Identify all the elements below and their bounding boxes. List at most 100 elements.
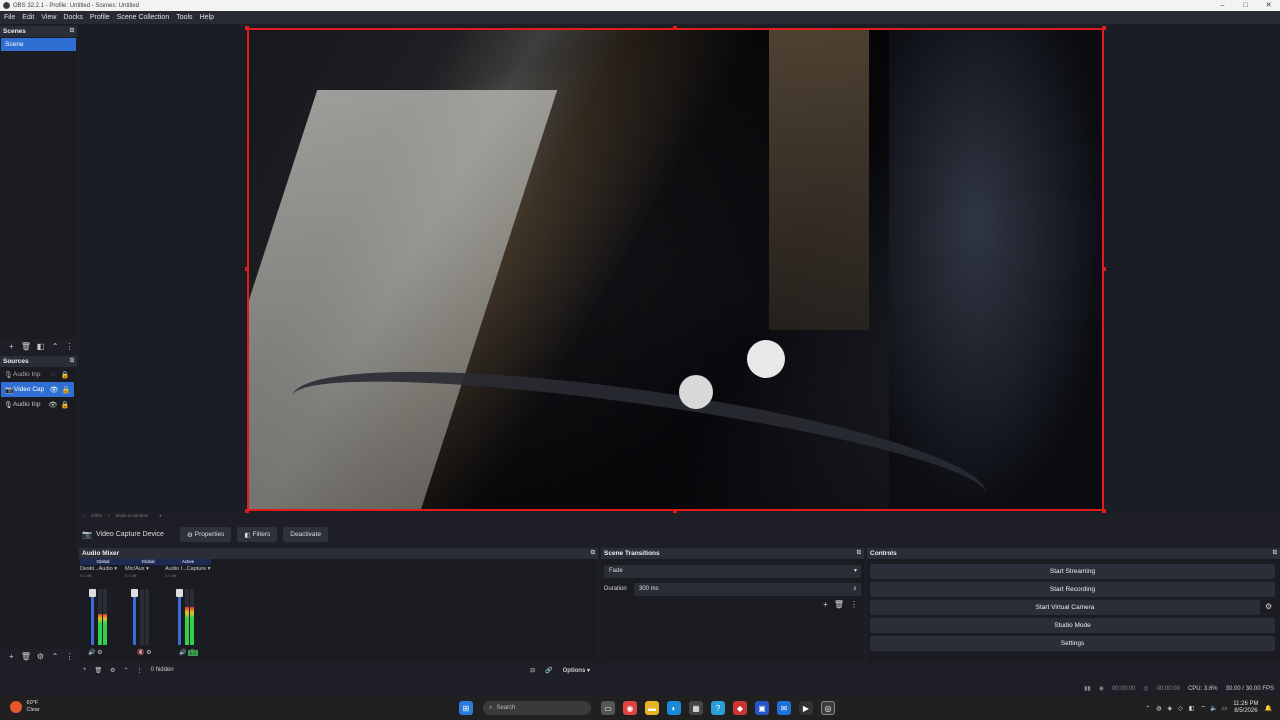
- wifi-icon[interactable]: ⌔: [1200, 704, 1206, 712]
- volume-fader[interactable]: [131, 589, 138, 645]
- chevron-down-icon[interactable]: ▾: [159, 513, 161, 518]
- task-view-icon[interactable]: ▭: [601, 701, 615, 715]
- menu-scene-collection[interactable]: Scene Collection: [117, 14, 170, 21]
- headphones-icon[interactable]: 🎧: [188, 650, 198, 656]
- studio-mode-button[interactable]: Studio Mode: [870, 618, 1275, 633]
- source-settings-icon[interactable]: ⚙: [33, 652, 48, 661]
- lock-icon[interactable]: 🔒: [60, 386, 72, 394]
- properties-button[interactable]: ⚙ Properties: [179, 527, 232, 542]
- weather-widget[interactable]: 60°F Clear: [10, 700, 40, 714]
- tray-app-icon[interactable]: ◇: [1178, 705, 1183, 712]
- virtual-camera-settings-icon[interactable]: ⚙: [1265, 602, 1272, 611]
- fader-knob[interactable]: [176, 589, 183, 597]
- resize-handle[interactable]: [1102, 26, 1106, 30]
- battery-icon[interactable]: ▭: [1222, 705, 1228, 712]
- settings-button[interactable]: Settings: [870, 636, 1275, 651]
- resize-handle[interactable]: [673, 26, 677, 30]
- start-recording-button[interactable]: Start Recording: [870, 582, 1275, 597]
- channel-name[interactable]: Deskt...Audio ▾: [80, 566, 126, 572]
- tray-app-icon[interactable]: ◍: [1156, 705, 1161, 712]
- settings-icon[interactable]: ⚙: [146, 650, 151, 656]
- options-button[interactable]: Options ▾: [563, 667, 590, 674]
- settings-icon[interactable]: ⚙: [97, 650, 102, 656]
- move-up-icon[interactable]: ⌃: [124, 667, 129, 674]
- visibility-hidden-icon[interactable]: ◌: [47, 371, 59, 378]
- link-icon[interactable]: 🔗: [545, 667, 552, 674]
- windows-start-icon[interactable]: ⊞: [459, 701, 473, 715]
- start-streaming-button[interactable]: Start Streaming: [870, 564, 1275, 579]
- media-player-icon[interactable]: ▶: [799, 701, 813, 715]
- taskbar-search[interactable]: ⌕ Search: [483, 701, 591, 715]
- source-item-selected[interactable]: 📷 Video Cap 👁 🔒: [1, 382, 74, 397]
- add-scene-icon[interactable]: +: [4, 342, 19, 351]
- notification-icon[interactable]: 🔔: [1265, 705, 1272, 712]
- help-icon[interactable]: ?: [711, 701, 725, 715]
- scene-filters-icon[interactable]: ◧: [33, 342, 48, 351]
- eye-icon[interactable]: 👁: [48, 386, 60, 394]
- volume-fader[interactable]: [176, 589, 183, 645]
- menu-help[interactable]: Help: [200, 14, 214, 21]
- zoom-in-button[interactable]: +: [108, 513, 111, 518]
- more-icon[interactable]: ⋮: [62, 652, 77, 661]
- more-icon[interactable]: ⋮: [62, 342, 77, 351]
- close-button[interactable]: ✕: [1257, 0, 1280, 11]
- move-up-icon[interactable]: ⌃: [48, 652, 63, 661]
- more-icon[interactable]: ⋮: [850, 600, 858, 609]
- duration-input[interactable]: 300 ms ⇕: [634, 583, 861, 596]
- fader-knob[interactable]: [89, 589, 96, 597]
- gear-icon[interactable]: ⚙: [110, 667, 115, 674]
- filters-button[interactable]: ◧ Filters: [237, 527, 278, 542]
- resize-handle[interactable]: [245, 26, 249, 30]
- app-icon[interactable]: ▣: [755, 701, 769, 715]
- chevron-up-icon[interactable]: ⌃: [1145, 705, 1150, 712]
- speaker-icon[interactable]: 🔊: [88, 650, 95, 656]
- video-preview[interactable]: [247, 28, 1104, 511]
- maximize-button[interactable]: □: [1234, 0, 1257, 11]
- trash-icon[interactable]: 🗑: [834, 600, 844, 609]
- tray-app-icon[interactable]: ◈: [1168, 705, 1173, 712]
- fader-knob[interactable]: [131, 589, 138, 597]
- more-icon[interactable]: ⋮: [137, 667, 143, 674]
- clock[interactable]: 11:26 PM 8/5/2026: [1233, 701, 1258, 715]
- channel-name[interactable]: Audio I...Capture ▾: [165, 566, 211, 572]
- move-up-icon[interactable]: ⌃: [48, 342, 63, 351]
- menu-profile[interactable]: Profile: [90, 14, 110, 21]
- lock-icon[interactable]: 🔒: [59, 401, 71, 409]
- lock-icon[interactable]: 🔒: [59, 371, 71, 379]
- source-item[interactable]: 🎙 Audio Inp ◌ 🔒: [0, 367, 77, 382]
- scale-to-window[interactable]: Scale to window: [115, 513, 148, 518]
- undock-icon[interactable]: ⧉: [591, 550, 595, 557]
- store-icon[interactable]: ▦: [689, 701, 703, 715]
- add-icon[interactable]: +: [823, 600, 828, 609]
- menu-edit[interactable]: Edit: [22, 14, 34, 21]
- add-source-icon[interactable]: +: [4, 652, 19, 661]
- volume-icon[interactable]: 🔈: [1210, 705, 1217, 712]
- remove-source-icon[interactable]: 🗑: [19, 652, 34, 661]
- add-icon[interactable]: +: [83, 667, 87, 673]
- volume-fader[interactable]: [89, 589, 96, 645]
- menu-tools[interactable]: Tools: [176, 14, 192, 21]
- edge-icon[interactable]: ◐: [667, 701, 681, 715]
- mail-icon[interactable]: ✉: [777, 701, 791, 715]
- source-item[interactable]: 🎙 Audio Inp 👁 🔒: [0, 397, 77, 412]
- file-explorer-icon[interactable]: ▬: [645, 701, 659, 715]
- remove-scene-icon[interactable]: 🗑: [19, 342, 34, 351]
- chrome-icon[interactable]: ◉: [623, 701, 637, 715]
- menu-view[interactable]: View: [41, 14, 56, 21]
- resize-handle[interactable]: [245, 267, 249, 271]
- stepper-icon[interactable]: ⇕: [853, 583, 857, 596]
- layout-icon[interactable]: ⊟: [530, 667, 535, 674]
- app-icon[interactable]: ◆: [733, 701, 747, 715]
- undock-icon[interactable]: ⧉: [70, 28, 74, 35]
- speaker-icon[interactable]: 🔊: [179, 650, 186, 656]
- obs-icon[interactable]: ◎: [821, 701, 835, 715]
- minimize-button[interactable]: –: [1211, 0, 1234, 11]
- undock-icon[interactable]: ⧉: [857, 550, 861, 557]
- undock-icon[interactable]: ⧉: [70, 358, 74, 365]
- deactivate-button[interactable]: Deactivate: [283, 527, 328, 542]
- resize-handle[interactable]: [1102, 267, 1106, 271]
- menu-docks[interactable]: Docks: [63, 14, 82, 21]
- transition-select[interactable]: Fade ▾: [604, 565, 861, 578]
- menu-file[interactable]: File: [4, 14, 15, 21]
- tray-app-icon[interactable]: ◧: [1189, 705, 1195, 712]
